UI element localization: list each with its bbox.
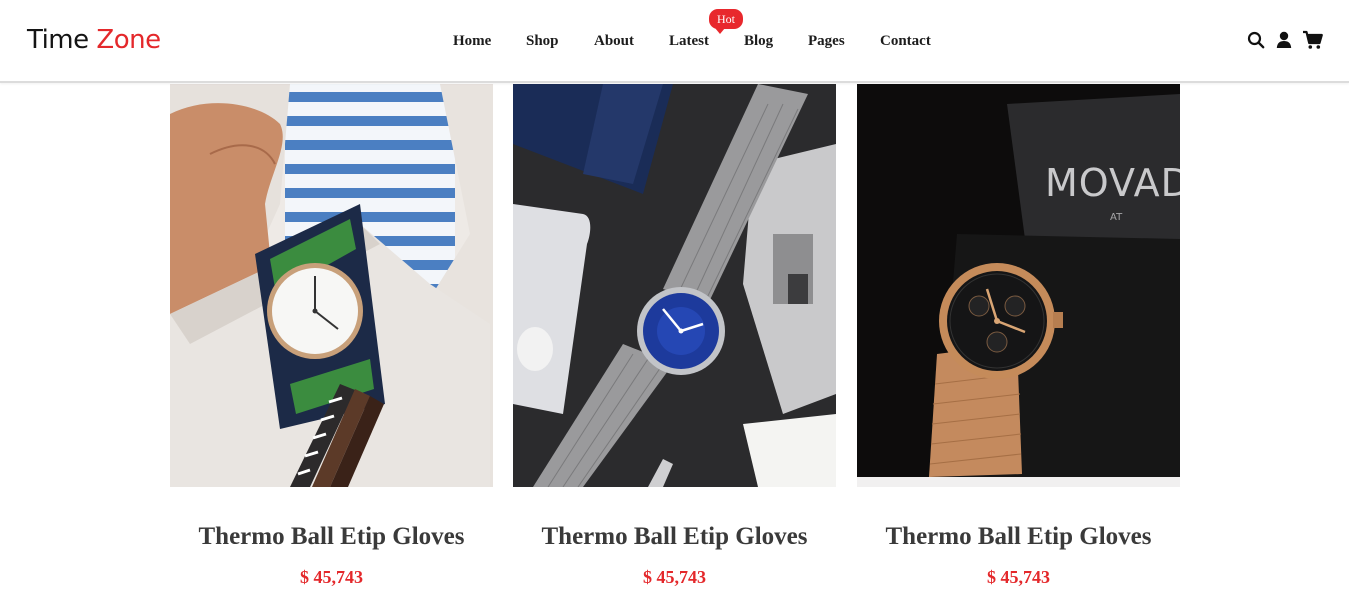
cart-icon[interactable] (1302, 30, 1323, 50)
logo-text-zone: Zone (96, 25, 161, 55)
nav-item-contact[interactable]: Contact (880, 30, 931, 52)
product-image-gold-watch[interactable]: MOVADO AT (857, 84, 1180, 487)
product-title[interactable]: Thermo Ball Etip Gloves (170, 521, 493, 553)
nav-item-blog[interactable]: Blog (744, 30, 773, 52)
product-price: $ 45,743 (643, 567, 706, 587)
nav-item-pages[interactable]: Pages (808, 30, 845, 52)
product-price: $ 45,743 (300, 567, 363, 587)
site-header: Time Zone Home Shop About Latest Blog Pa… (0, 0, 1349, 83)
product-title[interactable]: Thermo Ball Etip Gloves (513, 521, 836, 553)
nav-item-home[interactable]: Home (453, 30, 491, 52)
logo-text-time: Time (27, 25, 89, 55)
box-brand-text: MOVADO (1045, 161, 1180, 205)
product-image-blue-watch[interactable] (513, 84, 836, 487)
nav-item-about[interactable]: About (594, 30, 634, 52)
box-brand-subtext: AT (1110, 212, 1123, 223)
product-card[interactable]: Thermo Ball Etip Gloves $ 45,743 (513, 84, 836, 603)
product-card[interactable]: MOVADO AT Thermo Ball Etip Gloves (857, 84, 1180, 603)
user-icon[interactable] (1274, 30, 1294, 50)
logo[interactable]: Time Zone (27, 22, 161, 58)
nav-item-shop[interactable]: Shop (526, 30, 559, 52)
search-icon[interactable] (1246, 30, 1266, 50)
hot-badge: Hot (709, 9, 743, 34)
product-image-wrist-watch[interactable] (170, 84, 493, 487)
product-title[interactable]: Thermo Ball Etip Gloves (857, 521, 1180, 553)
product-price: $ 45,743 (987, 567, 1050, 587)
product-card[interactable]: Thermo Ball Etip Gloves $ 45,743 (170, 84, 493, 603)
nav-item-latest[interactable]: Latest (669, 30, 709, 52)
